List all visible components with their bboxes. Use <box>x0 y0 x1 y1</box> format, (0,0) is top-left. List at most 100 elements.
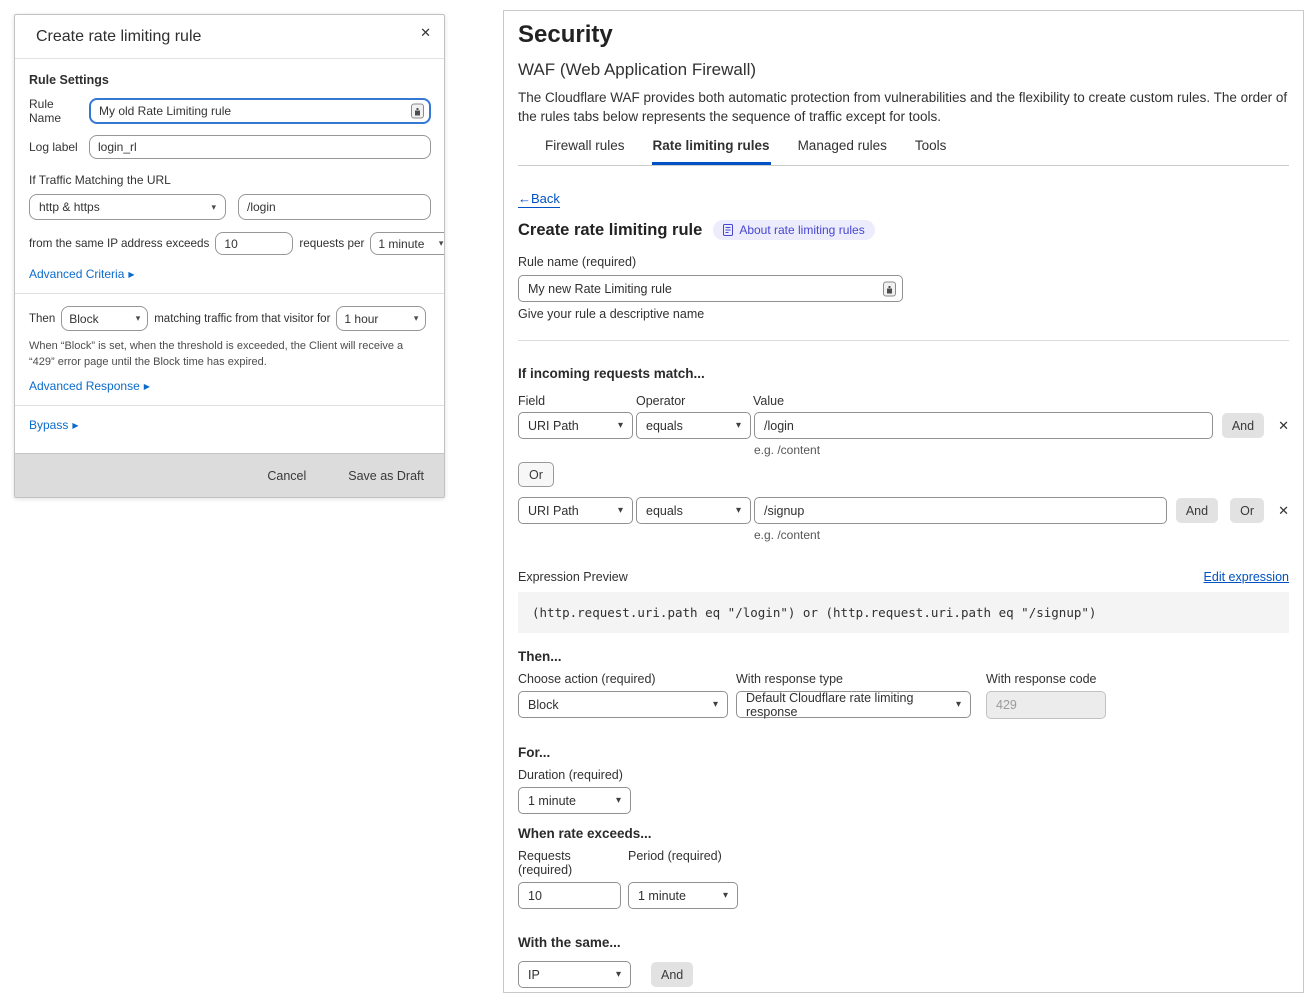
rule-name-label: Rule name (required) <box>518 255 1289 269</box>
duration-label: Duration (required) <box>518 768 1289 782</box>
same-heading: With the same... <box>518 935 1289 950</box>
action-select[interactable]: Block ▾ <box>518 691 728 718</box>
tab-tools[interactable]: Tools <box>914 134 948 165</box>
bypass-link[interactable]: Bypass ▶ <box>29 418 79 432</box>
page-subtitle: WAF (Web Application Firewall) <box>518 60 1289 80</box>
value-input[interactable] <box>754 497 1167 524</box>
tab-managed-rules[interactable]: Managed rules <box>797 134 888 165</box>
waf-rate-limiting-panel: Security WAF (Web Application Firewall) … <box>503 10 1304 993</box>
back-link[interactable]: ←Back <box>518 191 560 208</box>
url-input[interactable] <box>238 194 431 220</box>
then-heading: Then... <box>518 649 1289 664</box>
tab-bar: Firewall rules Rate limiting rules Manag… <box>518 134 1289 166</box>
divider <box>518 340 1289 341</box>
value-input[interactable] <box>754 412 1213 439</box>
autofill-icon <box>411 104 424 119</box>
triangle-right-icon: ▶ <box>72 421 78 430</box>
characteristic-select[interactable]: IP ▾ <box>518 961 631 988</box>
value-hint: e.g. /content <box>754 443 1289 457</box>
match-row: URI Path ▾ equals ▾ And ✕ <box>518 412 1289 439</box>
page-description: The Cloudflare WAF provides both automat… <box>518 88 1289 126</box>
dialog-body: Rule Settings Rule Name Log label If Tra… <box>15 59 444 453</box>
dialog-footer: Cancel Save as Draft <box>15 453 444 497</box>
scheme-select[interactable]: http & https ▾ <box>29 194 226 220</box>
and-button[interactable]: And <box>1222 413 1264 438</box>
chevron-down-icon: ▾ <box>956 699 961 710</box>
operator-select[interactable]: equals ▾ <box>636 497 751 524</box>
field-select[interactable]: URI Path ▾ <box>518 412 633 439</box>
dialog-header: Create rate limiting rule ✕ <box>15 15 444 59</box>
edit-expression-link[interactable]: Edit expression <box>1204 570 1289 584</box>
expression-preview-code: (http.request.uri.path eq "/login") or (… <box>518 592 1289 633</box>
ban-duration-select[interactable]: 1 hour ▾ <box>336 306 426 331</box>
rule-settings-heading: Rule Settings <box>29 73 431 87</box>
rule-name-input[interactable] <box>89 98 431 124</box>
operator-select[interactable]: equals ▾ <box>636 412 751 439</box>
cancel-button[interactable]: Cancel <box>267 469 306 483</box>
rule-name-label: Rule Name <box>29 97 89 125</box>
divider <box>15 293 444 294</box>
document-icon <box>723 224 733 236</box>
tab-firewall-rules[interactable]: Firewall rules <box>544 134 626 165</box>
chevron-down-icon: ▾ <box>616 969 621 980</box>
action-select[interactable]: Block ▾ <box>61 306 148 331</box>
expression-preview-label: Expression Preview <box>518 570 628 584</box>
or-button[interactable]: Or <box>1230 498 1264 523</box>
page-title: Security <box>518 21 1289 49</box>
response-type-select[interactable]: Default Cloudflare rate limiting respons… <box>736 691 971 718</box>
tab-rate-limiting-rules[interactable]: Rate limiting rules <box>652 134 771 165</box>
rule-name-input[interactable] <box>518 275 903 302</box>
triangle-right-icon: ▶ <box>144 382 150 391</box>
chevron-down-icon: ▾ <box>136 313 141 324</box>
rule-name-help: Give your rule a descriptive name <box>518 307 1289 321</box>
then-middle-text: matching traffic from that visitor for <box>154 313 330 325</box>
create-rule-heading: Create rate limiting rule <box>518 220 702 240</box>
operator-column-label: Operator <box>636 394 753 408</box>
requests-input[interactable] <box>518 882 621 909</box>
dialog-title: Create rate limiting rule <box>36 28 201 45</box>
chevron-down-icon: ▾ <box>439 238 444 249</box>
match-column-headers: Field Operator Value <box>518 394 1289 408</box>
rate-heading: When rate exceeds... <box>518 826 1289 841</box>
then-label: Then <box>29 313 55 325</box>
chevron-down-icon: ▾ <box>211 202 216 213</box>
requests-label: Requests (required) <box>518 849 628 877</box>
requests-input[interactable] <box>215 232 293 255</box>
remove-condition-icon[interactable]: ✕ <box>1278 503 1289 519</box>
close-icon[interactable]: ✕ <box>420 25 431 41</box>
autofill-icon <box>883 281 896 296</box>
advanced-response-link[interactable]: Advanced Response ▶ <box>29 379 150 393</box>
match-row: URI Path ▾ equals ▾ And Or ✕ <box>518 497 1289 524</box>
threshold-middle-text: requests per <box>299 237 364 250</box>
response-code-input <box>986 691 1106 719</box>
or-connector-button[interactable]: Or <box>518 462 554 487</box>
about-rate-limiting-badge[interactable]: About rate limiting rules <box>713 220 874 240</box>
log-label-input[interactable] <box>89 135 431 159</box>
period-select[interactable]: 1 minute ▾ <box>370 232 444 255</box>
chevron-down-icon: ▾ <box>736 420 741 431</box>
and-button[interactable]: And <box>1176 498 1218 523</box>
advanced-criteria-link[interactable]: Advanced Criteria ▶ <box>29 267 135 281</box>
field-select[interactable]: URI Path ▾ <box>518 497 633 524</box>
response-code-label: With response code <box>986 672 1106 686</box>
duration-select[interactable]: 1 minute ▾ <box>518 787 631 814</box>
and-characteristic-button[interactable]: And <box>651 962 693 987</box>
traffic-matching-heading: If Traffic Matching the URL <box>29 173 431 187</box>
chevron-down-icon: ▾ <box>713 699 718 710</box>
triangle-right-icon: ▶ <box>128 270 134 279</box>
field-column-label: Field <box>518 394 636 408</box>
chevron-down-icon: ▾ <box>414 313 419 324</box>
legacy-rate-limit-dialog: Create rate limiting rule ✕ Rule Setting… <box>14 14 445 498</box>
log-label-label: Log label <box>29 140 89 154</box>
chevron-down-icon: ▾ <box>618 505 623 516</box>
for-heading: For... <box>518 745 1289 760</box>
arrow-left-icon: ← <box>518 191 531 206</box>
value-column-label: Value <box>753 394 784 408</box>
save-as-draft-button[interactable]: Save as Draft <box>348 469 424 483</box>
period-select[interactable]: 1 minute ▾ <box>628 882 738 909</box>
remove-condition-icon[interactable]: ✕ <box>1278 418 1289 434</box>
chevron-down-icon: ▾ <box>736 505 741 516</box>
match-heading: If incoming requests match... <box>518 366 1289 381</box>
response-type-label: With response type <box>736 672 986 686</box>
block-note-text: When “Block” is set, when the threshold … <box>29 339 425 370</box>
